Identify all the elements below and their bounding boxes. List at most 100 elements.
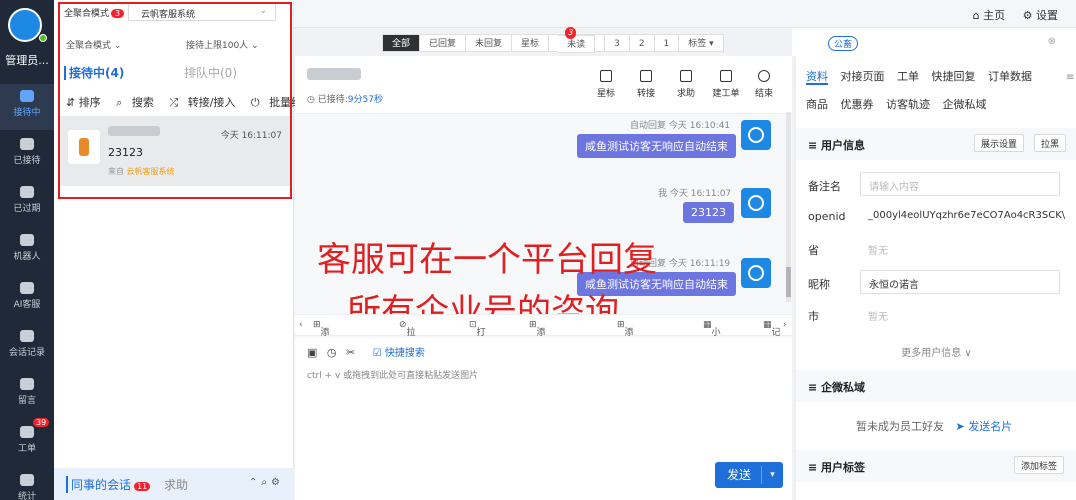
colleagues-sessions[interactable]: 同事的会话 11 (66, 476, 151, 493)
nav-item-serving[interactable]: 接待中 (0, 84, 54, 130)
agent-avatar (741, 120, 771, 150)
ticket-icon (20, 426, 34, 438)
chevron-right-icon[interactable]: › (783, 320, 787, 330)
display-settings-button[interactable]: 展示设置 (974, 134, 1025, 152)
chevron-up-icon: ⌃ (249, 477, 262, 488)
nav-item-served[interactable]: 已接待 (0, 132, 54, 178)
editor-placeholder: ctrl + v 或拖拽到此处可直接粘贴发送图片 (307, 371, 479, 381)
tab-tickets[interactable]: 工单 (897, 70, 919, 83)
field-value: 暂无 (868, 312, 888, 323)
mini-agent-button[interactable]: ▦ 小客服 (703, 320, 721, 364)
help-button[interactable]: 求助 (669, 70, 703, 99)
tab-coupons[interactable]: 优惠券 (841, 98, 874, 111)
tab-order-data[interactable]: 订单数据 (988, 70, 1032, 83)
quick-label: 记 (771, 328, 781, 338)
clock-icon[interactable]: ◷ (327, 346, 337, 359)
filter-2[interactable]: 2 (629, 34, 655, 52)
ai-chat-icon (20, 282, 34, 294)
message-icon (20, 378, 34, 390)
caret-down-icon[interactable]: ▾ (761, 466, 783, 484)
settings-link[interactable]: ⚙ 设置 (1023, 9, 1058, 22)
right-tabs-row2: 商品 优惠券 访客轨迹 企微私域 (806, 96, 996, 112)
nav-item-label: AI客服 (13, 300, 41, 310)
remark-input[interactable]: 请输入内容 (860, 172, 1060, 196)
tab-profile[interactable]: 资料 (806, 70, 828, 85)
tab-visitor-trail[interactable]: 访客轨迹 (886, 98, 930, 111)
nav-item-robot[interactable]: 机器人 (0, 228, 54, 274)
served-label: 已接待: (317, 95, 348, 105)
wecom-title-text: 企微私域 (821, 381, 866, 394)
star-label: 星标 (596, 89, 615, 99)
filter-replied[interactable]: 已回复 (420, 34, 467, 52)
add-quick-reply[interactable]: ⊞ 添加快捷回复 (313, 320, 330, 403)
add-followup-record[interactable]: ⊞ 添加跟进记录 (617, 320, 634, 403)
footer-icons[interactable]: ⌃⌕⚙ (249, 477, 284, 488)
collapse-panel-icon[interactable]: ≡ (1066, 72, 1076, 102)
transfer-chat-button[interactable]: 转接 (629, 70, 663, 99)
tab-landing-page[interactable]: 对接页面 (841, 70, 885, 83)
add-tag-button[interactable]: ⊡ 打标签 (469, 320, 486, 364)
message-editor[interactable]: ▣ ◷ ✂ ☑ 快捷搜索 ctrl + v 或拖拽到此处可直接粘贴发送图片 发送… (295, 338, 792, 500)
nav-item-label: 接待中 (13, 108, 41, 118)
logo-avatar[interactable] (8, 8, 42, 42)
filter-1[interactable]: 1 (654, 34, 680, 52)
nav-item-stats[interactable]: 统计 (0, 468, 54, 500)
nav-item-records[interactable]: 会话记录 (0, 324, 54, 370)
nav-item-messages[interactable]: 留言 (0, 372, 54, 418)
create-ticket-button[interactable]: 建工单 (709, 70, 743, 99)
record-icon (20, 330, 34, 342)
robot-icon (20, 234, 34, 246)
quick-search-toggle[interactable]: ☑ 快捷搜索 (373, 348, 425, 359)
user-name: 管理员... (5, 54, 49, 67)
filter-3[interactable]: 3 (605, 34, 630, 52)
tab-products[interactable]: 商品 (806, 98, 828, 111)
quick-action-bar: ‹ ⊞ 添加快捷回复 ⊘ 拉黑名单 ⊡ 打标签 ⊞ 添加服务记录 ⊞ 添加跟进记… (295, 314, 792, 403)
filter-tags[interactable]: 标签 ▾ (679, 34, 724, 52)
clock-icon: ◷ (307, 95, 315, 105)
field-label: 市 (808, 310, 819, 323)
pull-black-button[interactable]: 拉黑 (1034, 134, 1067, 152)
more-user-info-link[interactable]: 更多用户信息 ∨ (796, 344, 1076, 359)
close-icon[interactable]: ⊗ (1048, 36, 1056, 47)
nav-item-expired[interactable]: 已过期 (0, 180, 54, 226)
filter-unreplied[interactable]: 未回复 (466, 34, 513, 52)
image-icon[interactable]: ▣ (307, 346, 317, 359)
scrollbar-thumb[interactable] (786, 267, 791, 297)
nickname-input[interactable]: 永恒の诺言 (860, 270, 1060, 294)
wecom-status: 暂未成为员工好友 ➤ 发送名片 (856, 418, 1012, 434)
visitor-tag[interactable]: 公畜 (828, 36, 859, 51)
add-tag-button[interactable]: 添加标签 (1014, 456, 1065, 474)
left-nav: 管理员... 接待中 已接待 已过期 机器人 AI客服 会话记录 留言 39 工… (0, 0, 54, 500)
help-tab[interactable]: 求助 (164, 476, 188, 493)
chat-header: ◷ 已接待:9分57秒 星标 转接 求助 建工单 结束 (295, 56, 792, 114)
agent-avatar (741, 258, 771, 288)
tab-wecom[interactable]: 企微私域 (943, 98, 987, 111)
filter-all[interactable]: 全部 (382, 34, 421, 52)
chat-scrollbar[interactable] (786, 112, 791, 302)
send-card-label: 发送名片 (968, 420, 1013, 433)
send-button[interactable]: 发送 ▾ (715, 462, 783, 488)
filter-starred[interactable]: 星标 (512, 34, 550, 52)
field-label: 昵称 (808, 278, 830, 291)
star-button[interactable]: 星标 (589, 70, 623, 99)
blacklist-button[interactable]: ⊘ 拉黑名单 (399, 320, 416, 377)
add-service-record[interactable]: ⊞ 添加服务记录 (529, 320, 546, 403)
session-footer: 同事的会话 11 求助 ⌃⌕⚙ (54, 468, 294, 500)
nav-item-ai[interactable]: AI客服 (0, 276, 54, 322)
chat-panel: ◷ 已接待:9分57秒 星标 转接 求助 建工单 结束 自动回复 今天 16:1… (295, 56, 792, 500)
end-chat-button[interactable]: 结束 (747, 70, 781, 99)
nav-item-tickets[interactable]: 39 工单 (0, 418, 54, 466)
send-card-link[interactable]: ➤ 发送名片 (956, 420, 1013, 433)
app-root: 管理员... 接待中 已接待 已过期 机器人 AI客服 会话记录 留言 39 工… (0, 0, 1076, 500)
filter-unread[interactable]: 未读 3 (549, 27, 606, 53)
tab-quick-reply[interactable]: 快捷回复 (932, 70, 976, 83)
record-button[interactable]: ▦ 记 (763, 320, 781, 338)
scissors-icon[interactable]: ✂ (346, 346, 355, 359)
create-ticket-label: 建工单 (712, 89, 740, 99)
bot-face-icon (748, 265, 764, 281)
chevron-left-icon[interactable]: ‹ (299, 320, 303, 330)
field-openid: openid _000yl4eolUYqzhr6e7eCO7Ao4cR3SCK\ (796, 202, 1076, 232)
home-link[interactable]: ⌂ 主页 (973, 9, 1005, 22)
message-bubble: 23123 (683, 202, 734, 223)
message-bubble: 咸鱼测试访客无响应自动结束 (577, 134, 736, 158)
